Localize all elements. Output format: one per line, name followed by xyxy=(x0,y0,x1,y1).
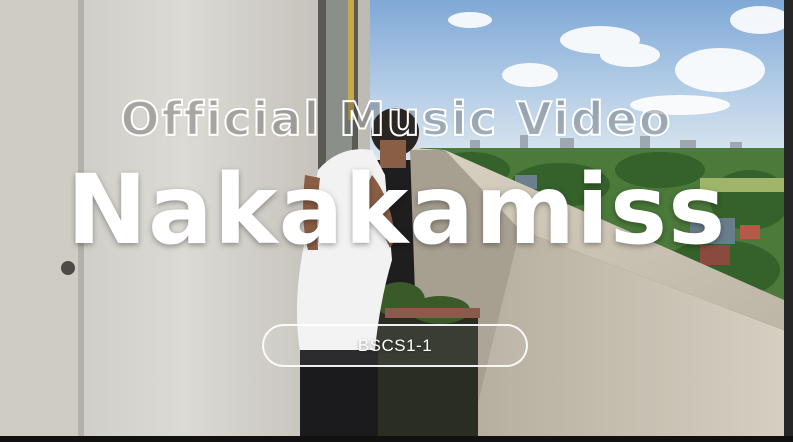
planter-ledge xyxy=(385,308,480,318)
frame-edge-bottom xyxy=(0,436,793,442)
frame-edge-right xyxy=(784,0,793,442)
video-frame[interactable]: Official Music Video Nakakamiss BSCS1-1 xyxy=(0,0,784,436)
song-title: Nakakamiss xyxy=(66,154,727,266)
section-badge: BSCS1-1 xyxy=(262,324,528,367)
section-label: BSCS1-1 xyxy=(357,335,433,355)
video-heading: Official Music Video xyxy=(120,91,673,147)
